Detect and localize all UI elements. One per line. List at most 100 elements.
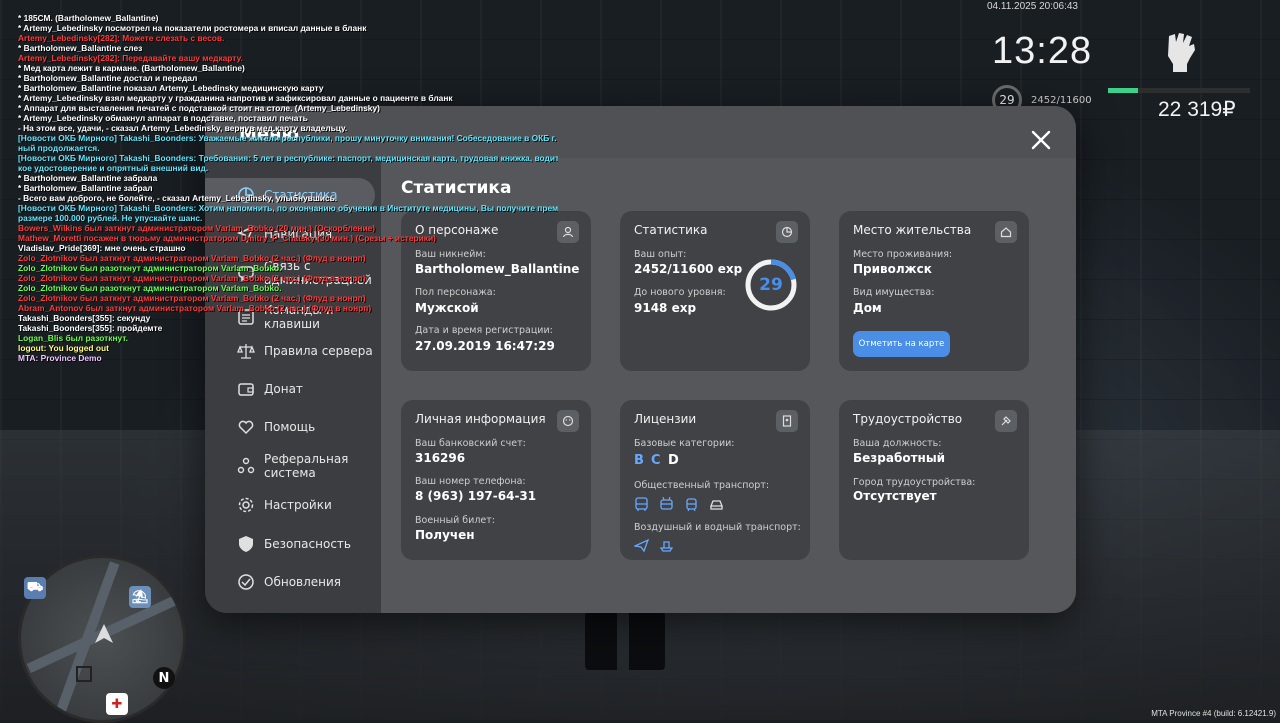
chat-line: * Bartholomew_Ballantine достал и переда… [18, 73, 198, 83]
trolleybus-icon [660, 497, 673, 510]
chat-line: [Новости ОКБ Мирного] Takashi_Boonders: … [18, 153, 558, 163]
mark-on-map-button[interactable]: Отметить на карте [853, 331, 950, 357]
chat-line: logout: You logged out [18, 343, 109, 353]
home-icon [995, 221, 1017, 243]
hud-money: 22 319₽ [1158, 98, 1236, 121]
chat-line: - Всего вам доброго, не болейте, - сказа… [18, 193, 338, 203]
chat-line: * Artemy_Lebedinsky обмакнул аппарат в п… [18, 113, 308, 123]
sidebar-item-label: Настройки [264, 498, 332, 512]
hud-date: 04.11.2025 20:06:43 [986, 1, 1078, 12]
build-info: MTA Province #4 (build: 6.12421.9) [1151, 709, 1276, 718]
next-level-label: До нового уровня: [634, 287, 726, 298]
chat-line: Takashi_Boonders[355]: секунду [18, 313, 151, 323]
bus-icon [635, 497, 648, 511]
chat-line: * Bartholomew_Ballantine слез [18, 43, 143, 53]
minimap-marker [76, 666, 92, 682]
chat-line: * Bartholomew_Ballantine забрал [18, 183, 153, 193]
sidebar-item-label: Помощь [264, 420, 316, 434]
chat-line: Artemy_Lebedinsky[282]: Передавайте вашу… [18, 53, 243, 63]
air-water-transport-icons [634, 538, 674, 553]
chat-line: * Bartholomew_Ballantine показал Artemy_… [18, 83, 324, 93]
next-level-value: 9148 exp [634, 301, 697, 315]
chat-line: Bowers_Wilkins был заткнут администратор… [18, 223, 376, 233]
base-categories-label: Базовые категории: [634, 438, 735, 449]
position-label: Ваша должность: [853, 438, 942, 449]
air-water-transport-label: Воздушный и водный транспорт: [634, 522, 801, 533]
chat-line: * Artemy_Lebedinsky посмотрел на показат… [18, 23, 367, 33]
hud-health-bar [1108, 88, 1250, 93]
sidebar-item-updates[interactable]: Обновления [205, 565, 381, 599]
hud-bar-fill [1108, 88, 1138, 93]
bank-label: Ваш банковский счет: [415, 438, 526, 449]
sidebar-item-label: Донат [264, 382, 303, 396]
hospital-icon: ✚ [106, 693, 128, 715]
military-value: Получен [415, 528, 475, 542]
work-city-value: Отсутствует [853, 489, 937, 503]
sidebar-item-referral[interactable]: Реферальная система [205, 449, 381, 483]
chat-line: ный продолжается. [18, 143, 100, 153]
card-title: Статистика [634, 223, 708, 237]
hud-exp: 2452/11600 [1031, 95, 1092, 106]
category-b: B [634, 453, 644, 468]
close-icon[interactable] [1029, 128, 1053, 152]
sidebar-item-help[interactable]: Помощь [205, 410, 381, 444]
chat-line: Abram_Antonov был заткнут администраторо… [18, 303, 372, 313]
chat-line: Zolo_Zlotnikov был разоткнут администрат… [18, 283, 282, 293]
chat-line: Zolo_Zlotnikov был разоткнут администрат… [18, 263, 282, 273]
chat-line: Mathew_Moretti посажен в тюрьму админист… [18, 233, 436, 243]
chat-line: Zolo_Zlotnikov был заткнут администратор… [18, 273, 366, 283]
employment-card: Трудоустройство Ваша должность: Безработ… [839, 400, 1029, 560]
chat-line: * Мед карта лежит в кармане. (Bartholome… [18, 63, 245, 73]
tram-icon [686, 498, 697, 512]
heart-hand-icon [238, 420, 254, 435]
military-label: Военный билет: [415, 515, 495, 526]
licenses-card: Лицензии Базовые категории: B C D Общест… [620, 400, 810, 560]
hammer-icon [995, 410, 1017, 432]
chat-line: MTA: Province Demo [18, 353, 102, 363]
residence-label: Место проживания: [853, 249, 953, 260]
chat-line: * Artemy_Lebedinsky взял медкарту у граж… [18, 93, 453, 103]
chat-line: размере 100.000 рублей. Не упускайте шан… [18, 213, 203, 223]
public-transport-icons [634, 497, 724, 512]
user-icon [557, 221, 579, 243]
sidebar-item-settings[interactable]: Настройки [205, 488, 381, 522]
chat-line: * Bartholomew_Ballantine забрала [18, 173, 158, 183]
chat-line: Zolo_Zlotnikov был заткнут администратор… [18, 293, 366, 303]
card-title: Место жительства [853, 223, 972, 237]
sidebar-item-label: Обновления [264, 575, 342, 589]
car-icon: ⛟ [24, 577, 46, 599]
residence-card: Место жительства Место проживания: Приво… [839, 211, 1029, 371]
property-label: Вид имущества: [853, 287, 935, 298]
card-title: Личная информация [415, 412, 546, 426]
hud-time: 13:28 [992, 30, 1093, 72]
personal-info-card: Личная информация Ваш банковский счет: 3… [401, 400, 591, 560]
chat-line: Zolo_Zlotnikov был заткнут администратор… [18, 253, 366, 263]
sidebar-item-donate[interactable]: Донат [205, 372, 381, 406]
player-arrow-icon [95, 624, 113, 643]
public-transport-label: Общественный транспорт: [634, 480, 770, 491]
phone-label: Ваш номер телефона: [415, 476, 526, 487]
chat-line: * 185СМ. (Bartholomew_Ballantine) [18, 13, 159, 23]
taxi-icon [710, 500, 723, 510]
exp-label: Ваш опыт: [634, 249, 687, 260]
update-icon [238, 574, 254, 590]
position-value: Безработный [853, 451, 946, 465]
exp-value: 2452/11600 exp [634, 262, 743, 276]
chat-log: * 185СМ. (Bartholomew_Ballantine) * Arte… [18, 13, 558, 363]
referral-icon [237, 457, 255, 474]
chat-line: Logan_Blis был разоткнут. [18, 333, 128, 343]
category-c: C [651, 453, 661, 468]
property-value: Дом [853, 301, 882, 315]
statistics-card: Статистика Ваш опыт: 2452/11600 exp До н… [620, 211, 810, 371]
chat-line: Artemy_Lebedinsky[282]: Можете слезать с… [18, 33, 225, 43]
sidebar-item-security[interactable]: Безопасность [205, 527, 381, 561]
fist-icon [1168, 33, 1195, 72]
chat-line: * Аппарат для выставления печатей с подс… [18, 103, 380, 113]
chat-line: [Новости ОКБ Мирного] Takashi_Boonders: … [18, 133, 558, 143]
bank-value: 316296 [415, 451, 466, 465]
shield-icon [239, 536, 253, 552]
airplane-icon [634, 538, 649, 553]
pie-chart-icon [776, 221, 798, 243]
work-city-label: Город трудоустройства: [853, 477, 976, 488]
card-title: Лицензии [634, 412, 697, 426]
